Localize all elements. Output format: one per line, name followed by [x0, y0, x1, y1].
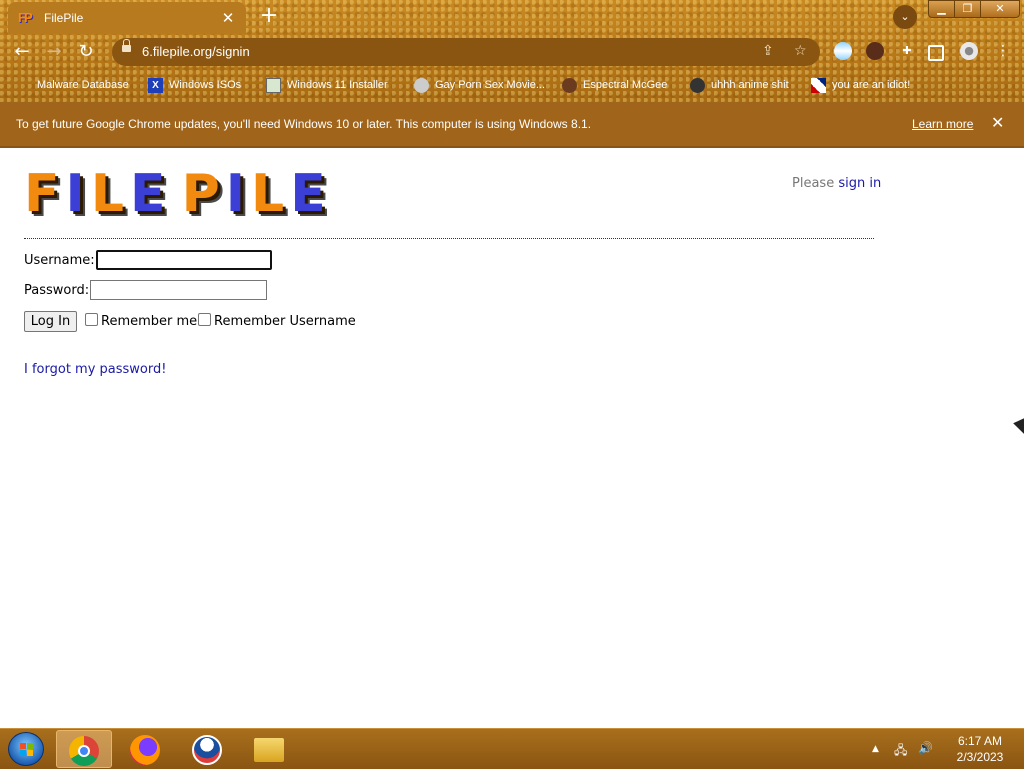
- network-icon[interactable]: 🖧: [894, 741, 907, 762]
- new-tab-button[interactable]: +: [258, 5, 280, 28]
- back-arrow-icon[interactable]: ←: [10, 40, 34, 64]
- header-divider: [24, 238, 874, 239]
- windows-logo-icon: [20, 743, 34, 757]
- forward-arrow-icon[interactable]: →: [42, 40, 66, 64]
- bookmark-item[interactable]: Malware Database: [16, 76, 129, 94]
- lock-icon[interactable]: [122, 39, 131, 52]
- anime-icon: [690, 77, 705, 93]
- bookmark-item[interactable]: Windows 11 Installer: [266, 76, 388, 94]
- volume-icon[interactable]: 🔊: [918, 741, 933, 755]
- obama-logo-icon: [192, 735, 222, 765]
- username-label: Username:: [24, 253, 95, 268]
- learn-more-link[interactable]: Learn more: [912, 117, 973, 131]
- password-label: Password:: [24, 283, 90, 298]
- browser-chrome: FP FilePile ✕ + ⌄ ▁ ❐ ✕ ← → ↻ 6.filepile…: [0, 0, 1024, 102]
- extension-flag-icon[interactable]: [834, 42, 852, 60]
- bookmark-item[interactable]: uhhh anime shit: [690, 76, 789, 94]
- filepile-favicon-icon: FP: [18, 10, 33, 25]
- bookmark-star-icon[interactable]: ☆: [794, 43, 807, 59]
- username-input[interactable]: [96, 250, 272, 270]
- minimize-button[interactable]: ▁: [928, 0, 955, 18]
- chrome-icon: [69, 736, 99, 766]
- menu-kebab-icon[interactable]: ⋮: [994, 42, 1012, 60]
- reload-icon[interactable]: ↻: [74, 40, 98, 64]
- system-clock[interactable]: 6:17 AM 2/3/2023: [944, 733, 1016, 765]
- blank-folder-icon: [16, 78, 31, 93]
- log-in-button[interactable]: Log In: [24, 311, 77, 332]
- bookmarks-bar: Malware Database X Windows ISOs Windows …: [0, 72, 1024, 96]
- profile-avatar-icon[interactable]: ●: [960, 42, 978, 60]
- bookmark-item[interactable]: Espectral McGee: [562, 76, 667, 94]
- update-infobar: To get future Google Chrome updates, you…: [0, 102, 1024, 148]
- folder-icon: [254, 738, 284, 762]
- url-text[interactable]: 6.filepile.org/signin: [142, 44, 250, 59]
- taskbar-file-explorer-button[interactable]: [242, 730, 298, 768]
- extension-avatar-icon[interactable]: [866, 42, 884, 60]
- address-bar[interactable]: 6.filepile.org/signin ⇪ ☆: [112, 38, 820, 66]
- image-icon: [266, 77, 281, 93]
- tab-search-chevron-icon[interactable]: ⌄: [893, 5, 917, 29]
- infobar-close-icon[interactable]: ✕: [991, 113, 1004, 133]
- flag-icon: [811, 77, 826, 93]
- remember-username-label[interactable]: Remember Username: [214, 314, 356, 329]
- filepile-logo[interactable]: FILE PILE: [24, 166, 332, 222]
- remember-me-checkbox[interactable]: [85, 313, 98, 326]
- disc-icon: [414, 77, 429, 93]
- tab-title: FilePile: [44, 11, 84, 25]
- password-input[interactable]: [90, 280, 267, 300]
- extensions-puzzle-icon[interactable]: ✚: [898, 42, 916, 60]
- remember-username-checkbox[interactable]: [198, 313, 211, 326]
- avatar-icon: [562, 77, 577, 93]
- close-window-button[interactable]: ✕: [980, 0, 1020, 18]
- maximize-button[interactable]: ❐: [954, 0, 981, 18]
- start-button[interactable]: [8, 732, 44, 766]
- taskbar-obama-app-button[interactable]: [180, 730, 236, 768]
- taskbar-chrome-button[interactable]: [56, 730, 112, 768]
- x-icon: X: [148, 77, 163, 93]
- sign-in-link[interactable]: sign in: [838, 176, 881, 191]
- bookmark-item[interactable]: you are an idiot!: [811, 76, 910, 94]
- side-panel-icon[interactable]: [928, 45, 944, 61]
- tab-close-icon[interactable]: ✕: [220, 9, 236, 27]
- firefox-icon: [130, 735, 160, 765]
- infobar-message: To get future Google Chrome updates, you…: [16, 117, 592, 131]
- show-hidden-icons-icon[interactable]: ▲: [872, 744, 879, 754]
- signin-prompt: Please sign in: [792, 176, 882, 191]
- forgot-password-link[interactable]: I forgot my password!: [24, 362, 166, 377]
- clock-date: 2/3/2023: [956, 750, 1004, 764]
- bookmark-item[interactable]: X Windows ISOs: [148, 76, 241, 94]
- share-icon[interactable]: ⇪: [762, 43, 774, 59]
- bookmark-item[interactable]: Gay Porn Sex Movie...: [414, 76, 545, 94]
- clock-time: 6:17 AM: [957, 734, 1003, 748]
- page-content: FILE PILE Please sign in Username: Passw…: [0, 148, 1024, 728]
- remember-me-label[interactable]: Remember me: [101, 314, 197, 329]
- windows-taskbar: [0, 728, 1024, 769]
- taskbar-firefox-button[interactable]: [118, 730, 174, 768]
- tab-filepile[interactable]: FP FilePile ✕: [8, 2, 246, 34]
